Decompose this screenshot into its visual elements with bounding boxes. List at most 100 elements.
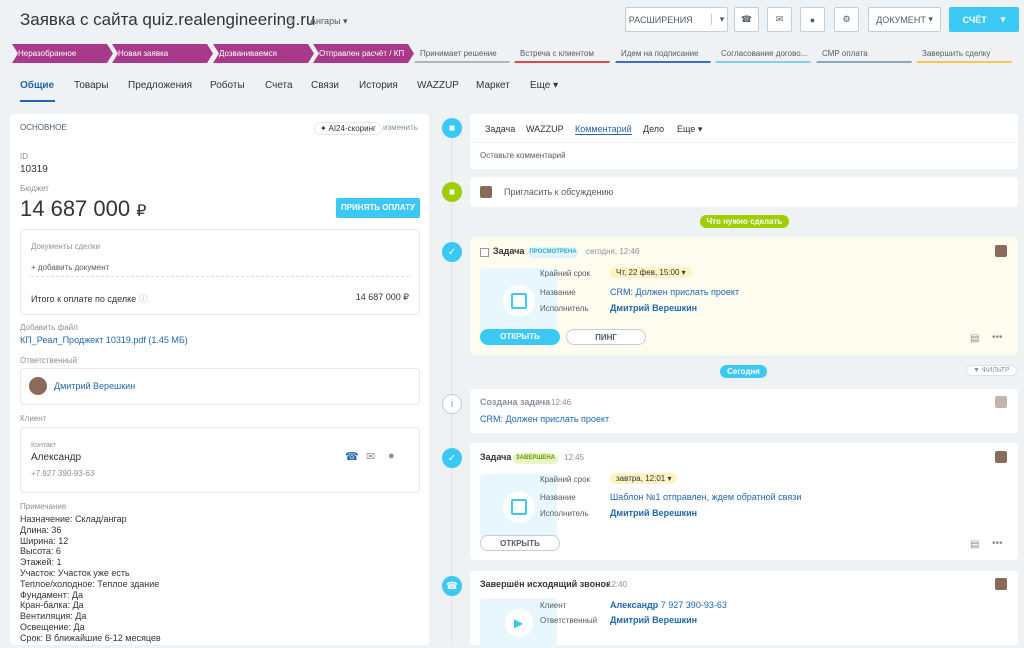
mail-icon[interactable]: ✉	[767, 7, 792, 32]
gear-icon[interactable]: ⚙	[834, 7, 859, 32]
budget-label: Бюджет	[20, 184, 49, 193]
chat-icon[interactable]: ●	[800, 7, 825, 32]
edit-link[interactable]: изменить	[383, 123, 418, 132]
budget-amount: 14 687 000	[20, 196, 131, 221]
tab-links[interactable]: Связи	[311, 80, 339, 91]
ai-scoring-button[interactable]: ✦ AI24-скоринг	[314, 122, 382, 135]
ai-scoring-label: AI24-скоринг	[328, 124, 376, 133]
file-link[interactable]: КП_Реал_Проджект 10319.pdf (1.45 МБ)	[20, 335, 188, 345]
comment-input[interactable]: Оставьте комментарий	[480, 151, 566, 160]
task-icon-circle	[502, 284, 535, 317]
phone-icon[interactable]: ☎	[734, 7, 759, 32]
call-responsible[interactable]: Дмитрий Верешкин	[610, 615, 697, 625]
open-button[interactable]: ОТКРЫТЬ	[480, 329, 560, 345]
deadline-text: Чт, 22 фев, 15:00	[616, 268, 680, 277]
more-icon[interactable]: •••	[992, 332, 1003, 343]
note-icon[interactable]: ▤	[970, 333, 979, 344]
executor-name[interactable]: Дмитрий Верешкин	[610, 303, 697, 313]
avatar	[995, 245, 1007, 257]
active-tab-underline	[20, 100, 55, 102]
task-checkbox[interactable]	[480, 248, 489, 257]
accept-payment-button[interactable]: ПРИНЯТЬ ОПЛАТУ	[336, 198, 420, 218]
tab-more-label: Еще	[677, 124, 696, 134]
stage-5[interactable]: Принимает решение	[414, 44, 515, 63]
category-selector[interactable]: Ангары ▾	[310, 16, 348, 27]
chat-icon[interactable]: ●	[388, 450, 395, 462]
stage-2[interactable]: Новая заявка	[112, 44, 213, 63]
stage-9[interactable]: СМР оплата	[816, 44, 917, 63]
note-line: Назначение: Склад/ангар	[20, 514, 127, 524]
deadline-value[interactable]: Чт, 22 фев, 15:00 ▾	[610, 267, 692, 278]
extensions-label: РАСШИРЕНИЯ	[628, 14, 693, 25]
tab-robots[interactable]: Роботы	[210, 80, 245, 91]
task-name[interactable]: CRM: Должен прислать проект	[610, 287, 739, 297]
more-icon[interactable]: •••	[992, 538, 1003, 549]
stage-3[interactable]: Дозваниваемся	[213, 44, 314, 63]
document-label: ДОКУМЕНТ	[876, 14, 926, 25]
tab-products[interactable]: Товары	[74, 80, 108, 91]
invite-text[interactable]: Пригласить к обсуждению	[504, 187, 613, 197]
note-icon[interactable]: ▤	[970, 539, 979, 550]
tab-general[interactable]: Общие	[20, 80, 54, 91]
created-text[interactable]: CRM: Должен прислать проект	[480, 414, 609, 424]
executor-name[interactable]: Дмитрий Верешкин	[610, 508, 697, 518]
status-badge: ЗАВЕРШЕНА	[513, 453, 558, 464]
pipeline-stages: Неразобранное Новая заявка Дозваниваемся От…	[12, 44, 1020, 64]
responsible-label: Ответственный	[20, 356, 78, 365]
contact-name[interactable]: Александр	[31, 452, 81, 463]
call-client-phone: 7 927 390-93-63	[660, 600, 727, 610]
task-icon: ✓	[442, 242, 462, 262]
document-button[interactable]: ДОКУМЕНТ ▾	[868, 7, 941, 32]
tab-wazzup[interactable]: WAZZUP	[417, 80, 459, 91]
chevron-down-icon[interactable]: ▾	[710, 14, 724, 25]
tab-more[interactable]: Еще ▾	[530, 80, 558, 91]
chevron-down-icon[interactable]: ▾	[1001, 14, 1006, 25]
tab-invoices[interactable]: Счета	[265, 80, 293, 91]
stage-10[interactable]: Завершить сделку	[916, 44, 1017, 63]
play-icon[interactable]: ▶	[504, 609, 533, 637]
tab-history[interactable]: История	[359, 80, 398, 91]
tab-case[interactable]: Дело	[643, 124, 664, 134]
tab-task[interactable]: Задача	[485, 124, 515, 134]
divider	[470, 142, 1018, 143]
help-icon[interactable]: ⓘ	[139, 294, 148, 304]
note-line: Освещение: Да	[20, 621, 85, 632]
tab-more[interactable]: Еще ▾	[677, 124, 702, 135]
mail-icon[interactable]: ✉	[366, 450, 375, 463]
task-title: Задача	[493, 246, 525, 256]
divider	[31, 276, 409, 277]
invite-card[interactable]: Пригласить к обсуждению	[470, 177, 1018, 207]
tab-offers[interactable]: Предложения	[128, 80, 192, 91]
note-line: Этажей: 1	[20, 557, 62, 568]
note-line: Теплое/холодное: Теплое здание	[20, 578, 160, 589]
note-line: Участок: Участок уже есть	[20, 567, 130, 578]
edit-title-icon[interactable]: ✎	[287, 14, 296, 27]
contact-phone[interactable]: +7 927 390-93-63	[31, 469, 94, 478]
tab-market[interactable]: Маркет	[476, 80, 510, 91]
add-document-link[interactable]: + добавить документ	[31, 263, 109, 272]
phone-icon[interactable]: ☎	[345, 450, 359, 463]
stage-6[interactable]: Встреча с клиентом	[514, 44, 615, 63]
call-title: Завершён исходящий звонок	[480, 579, 611, 589]
stage-7[interactable]: Идем на подписание	[615, 44, 716, 63]
tab-wazzup[interactable]: WAZZUP	[526, 124, 564, 134]
ping-button[interactable]: ПИНГ	[566, 329, 646, 345]
note-line: Фундамент: Да	[20, 589, 83, 600]
deadline-value[interactable]: завтра, 12:01 ▾	[610, 473, 678, 484]
total-value: 14 687 000 ₽	[355, 292, 409, 302]
tab-comment[interactable]: Комментарий	[575, 124, 632, 135]
budget-value: 14 687 000 ₽	[20, 196, 146, 222]
stage-1[interactable]: Неразобранное	[12, 44, 113, 63]
comment-icon: ■	[442, 118, 462, 138]
extensions-button[interactable]: РАСШИРЕНИЯ ▾	[625, 7, 728, 32]
filter-button[interactable]: ▼ ФИЛЬТР	[966, 365, 1017, 376]
call-client[interactable]: Александр 7 927 390-93-63	[610, 600, 727, 610]
filter-label: ФИЛЬТР	[981, 367, 1010, 374]
executor-label: Исполнитель	[540, 509, 589, 518]
task-name[interactable]: Шаблон №1 отправлен, ждем обратной связи	[610, 492, 801, 502]
responsible-name[interactable]: Дмитрий Верешкин	[54, 381, 135, 391]
stage-4[interactable]: Отправлен расчёт / КП	[313, 44, 414, 63]
invoice-button[interactable]: СЧЁТ ▾	[949, 7, 1019, 32]
stage-8[interactable]: Согласование догово...	[715, 44, 816, 63]
open-button[interactable]: ОТКРЫТЬ	[480, 535, 560, 551]
